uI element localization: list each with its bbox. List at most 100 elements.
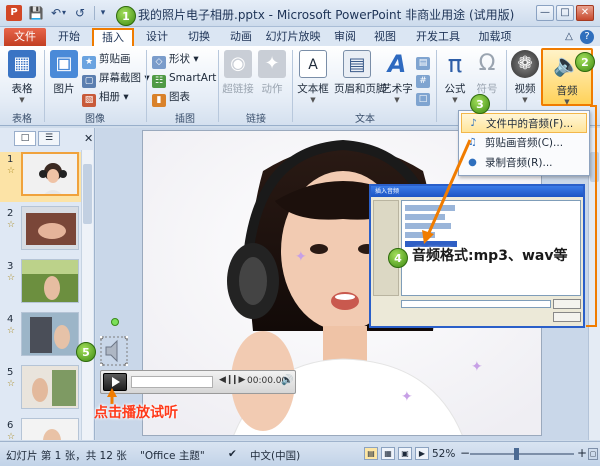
hash-icon: # [416, 75, 430, 88]
volume-icon[interactable]: 🔊 [281, 375, 293, 386]
textbox-label: 文本框 [297, 83, 329, 95]
tab-slideshow[interactable]: 幻灯片放映 [262, 28, 324, 46]
scrollbar-thumb[interactable] [590, 152, 599, 182]
slide-thumbnail[interactable]: 3 ☆ [0, 259, 88, 309]
slide-number: 1 [7, 154, 14, 165]
ribbon-tabs: 文件 开始 插入 设计 切换 动画 幻灯片放映 审阅 视图 开发工具 加载项 △… [0, 27, 600, 47]
chevron-down-icon: ▼ [394, 96, 400, 104]
zoom-slider-thumb[interactable] [514, 448, 519, 460]
clipart-button[interactable]: ★ 剪贴画 [82, 51, 131, 69]
tab-slides[interactable]: □ [14, 131, 36, 146]
view-reading-icon[interactable]: ▣ [398, 447, 412, 460]
powerpoint-app-icon[interactable]: P [6, 5, 22, 21]
animation-star-icon: ☆ [7, 379, 16, 389]
tab-home[interactable]: 开始 [50, 28, 88, 46]
zoom-out-icon[interactable]: − [460, 446, 470, 460]
audio-seek-track[interactable] [131, 376, 213, 388]
shapes-label: 形状 [169, 53, 190, 65]
maximize-button[interactable]: □ [556, 5, 574, 21]
menu-item-clip-art-audio[interactable]: ♫ 剪贴画音频(C)... [461, 133, 587, 153]
symbol-button[interactable]: Ω 符号 [472, 50, 502, 96]
slide-thumbnail[interactable]: 2 ☆ [0, 206, 88, 256]
film-reel-icon: ❁ [511, 50, 539, 78]
slide-thumbnail[interactable]: 6 ☆ [0, 418, 88, 440]
scrollbar-thumb[interactable] [83, 164, 92, 224]
view-sorter-icon[interactable]: ▦ [381, 447, 395, 460]
undo-dropdown-icon[interactable]: ▾ [60, 5, 68, 21]
tab-design[interactable]: 设计 [138, 28, 176, 46]
redo-icon[interactable]: ↺ [72, 5, 88, 21]
tab-outline[interactable]: ☰ [38, 131, 60, 146]
dialog-cancel-button [553, 312, 581, 322]
video-button[interactable]: ❁ 视频 ▼ [510, 50, 540, 104]
ribbon-minimize-icon[interactable]: △ [562, 30, 576, 44]
status-bar: 幻灯片 第 1 张，共 12 张 "Office 主题" ✔ 中文(中国) ▤ … [0, 441, 600, 466]
tab-insert[interactable]: 插入 [92, 28, 134, 47]
view-normal-icon[interactable]: ▤ [364, 447, 378, 460]
skip-forward-icon[interactable]: ❙▶ [231, 375, 245, 385]
chevron-down-icon: ▼ [452, 96, 458, 104]
chevron-down-icon: ▼ [19, 96, 25, 104]
status-theme[interactable]: "Office 主题" [140, 448, 205, 463]
svg-text:✦: ✦ [295, 249, 307, 265]
menu-item-audio-from-file[interactable]: ♪ 文件中的音频(F)... [461, 113, 587, 133]
globe-link-icon: ◉ [224, 50, 252, 78]
audio-object-speaker-icon[interactable] [98, 334, 130, 368]
microphone-icon: ● [468, 157, 477, 168]
menu-item-record-audio[interactable]: ● 录制音频(R)... [461, 153, 587, 173]
wordart-button[interactable]: A 艺术字 ▼ [380, 50, 414, 104]
window-title: 我的照片电子相册.pptx - Microsoft PowerPoint 非商业… [138, 8, 515, 22]
step-badge-4: 4 [388, 248, 408, 268]
play-button[interactable] [103, 373, 127, 391]
shapes-button[interactable]: ◇ 形状 ▾ [152, 51, 199, 69]
date-time-icon[interactable]: ▤ [416, 52, 433, 70]
minimize-button[interactable]: — [536, 5, 554, 21]
tab-developer[interactable]: 开发工具 [410, 28, 466, 46]
hyperlink-button[interactable]: ◉ 超链接 [222, 50, 254, 96]
svg-text:✦: ✦ [471, 359, 483, 375]
table-button[interactable]: ▦ 表格 ▼ [6, 50, 38, 104]
click-to-play-callout: 点击播放试听 [94, 405, 178, 421]
view-slideshow-icon[interactable]: ▶ [415, 447, 429, 460]
slide-thumbnail[interactable]: 4 ☆ [0, 312, 88, 362]
step-badge-5: 5 [76, 342, 96, 362]
smartart-button[interactable]: ☷ SmartArt [152, 70, 216, 88]
status-language[interactable]: 中文(中国) [250, 448, 300, 463]
tab-animations[interactable]: 动画 [222, 28, 260, 46]
header-footer-button[interactable]: ▤ 页眉和页脚 [334, 50, 387, 96]
object-icon[interactable]: □ [416, 88, 433, 106]
slide-thumbnail[interactable]: 5 ☆ [0, 365, 88, 415]
title-bar: P 💾 ↶ ▾ ↺ ▾ 我的照片电子相册.pptx - Microsoft Po… [0, 0, 600, 27]
customize-qat-icon[interactable]: ▾ [98, 5, 108, 21]
chart-button[interactable]: ▮ 图表 [152, 89, 190, 107]
zoom-level[interactable]: 52% [432, 448, 455, 460]
tab-view[interactable]: 视图 [370, 28, 400, 46]
tab-file[interactable]: 文件 [4, 28, 46, 46]
fit-to-window-icon[interactable]: ▢ [588, 448, 598, 460]
picture-button[interactable]: ▣ 图片 [50, 50, 78, 96]
slide-thumbnail[interactable]: 1 ☆ [0, 152, 88, 202]
close-icon[interactable]: ✕ [84, 132, 93, 145]
play-icon [112, 377, 120, 387]
audio-format-callout: 音频格式:mp3、wav等 [412, 248, 568, 264]
zoom-in-icon[interactable]: + [577, 446, 587, 460]
chart-label: 图表 [169, 91, 190, 103]
textbox-button[interactable]: A 文本框 ▼ [296, 50, 330, 104]
screenshot-button[interactable]: ▢屏幕截图 ▾ [82, 70, 150, 88]
dialog-insert-button [553, 299, 581, 309]
action-button[interactable]: ✦ 动作 [258, 50, 286, 96]
tab-addins[interactable]: 加载项 [470, 28, 520, 46]
zoom-slider-track[interactable] [470, 453, 574, 455]
help-icon[interactable]: ? [580, 30, 594, 44]
equation-button[interactable]: π 公式 ▼ [440, 50, 470, 104]
file-row [405, 214, 445, 220]
tab-transitions[interactable]: 切换 [180, 28, 218, 46]
save-icon[interactable]: 💾 [28, 5, 44, 21]
rotation-handle-icon[interactable] [111, 318, 119, 326]
tab-review[interactable]: 审阅 [330, 28, 360, 46]
slides-pane-scrollbar[interactable] [81, 150, 93, 440]
slide-number-icon[interactable]: # [416, 70, 433, 88]
spellcheck-icon[interactable]: ✔ [228, 448, 237, 460]
album-button[interactable]: ▧ 相册 ▾ [82, 89, 129, 107]
close-button[interactable]: ✕ [576, 5, 594, 21]
